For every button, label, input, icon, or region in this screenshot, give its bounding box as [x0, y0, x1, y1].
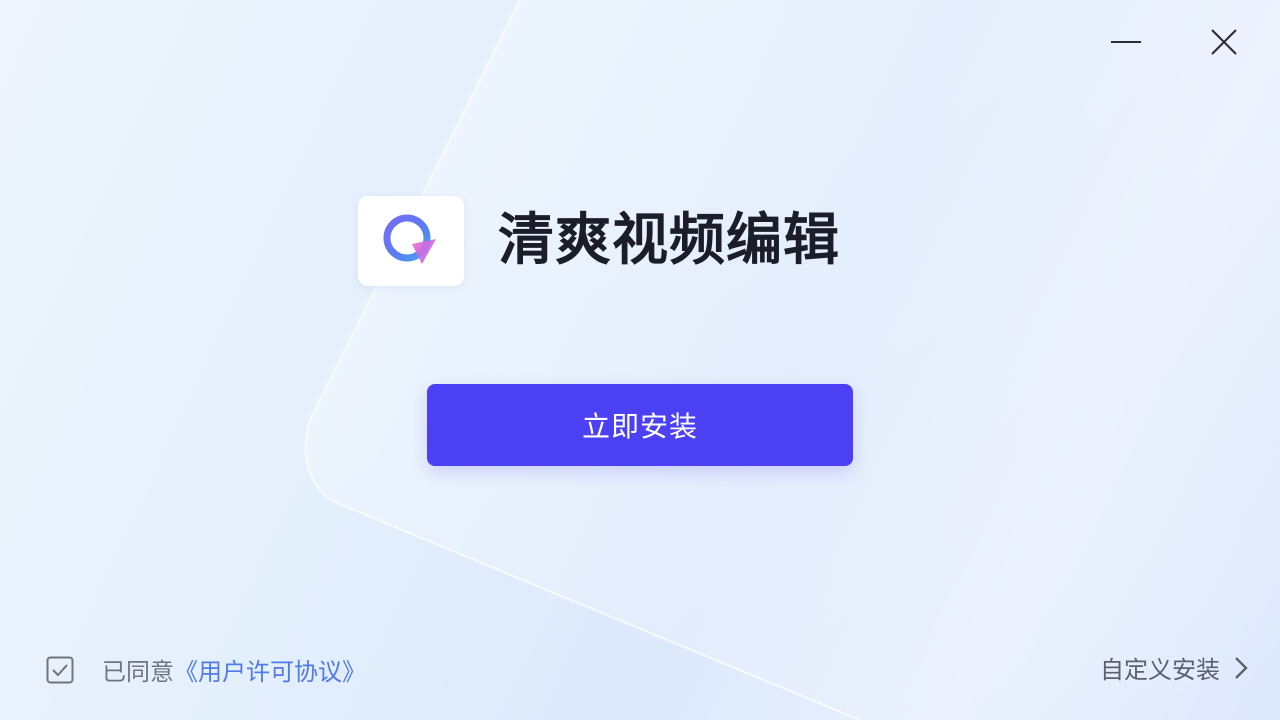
window-controls	[1106, 22, 1244, 62]
brand-header: 清爽视频编辑	[358, 196, 840, 286]
app-logo-icon	[383, 214, 436, 264]
chevron-right-icon	[1234, 656, 1248, 680]
app-logo	[358, 196, 464, 286]
minimize-icon	[1111, 41, 1141, 43]
agreement-prefix: 已同意	[102, 658, 174, 686]
install-now-button[interactable]: 立即安装	[427, 384, 853, 466]
custom-install-label: 自定义安装	[1100, 656, 1220, 684]
agreement-checkbox[interactable]	[46, 656, 74, 684]
background-decoration	[304, 0, 1280, 720]
close-icon	[1211, 29, 1237, 55]
close-button[interactable]	[1204, 22, 1244, 62]
agreement-row: 已同意 《用户许可协议》	[46, 652, 366, 687]
app-title: 清爽视频编辑	[498, 208, 840, 273]
minimize-button[interactable]	[1106, 22, 1146, 62]
license-agreement-link[interactable]: 《用户许可协议》	[174, 652, 366, 687]
custom-install-button[interactable]: 自定义安装	[1100, 650, 1248, 685]
checkbox-checked-icon	[46, 656, 74, 683]
